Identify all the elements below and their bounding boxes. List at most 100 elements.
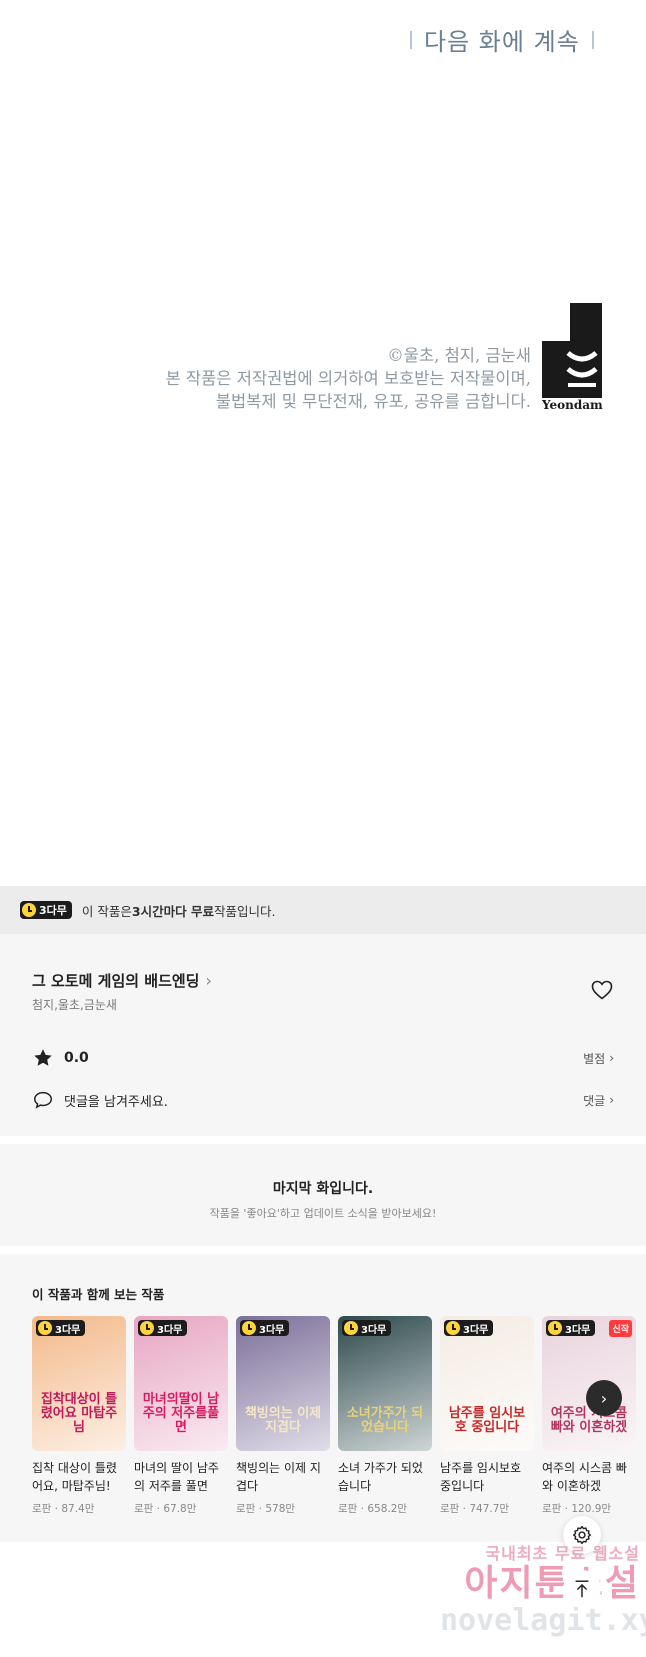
like-heart-icon[interactable] bbox=[590, 978, 614, 1002]
comment-prompt-button[interactable]: 댓글을 남겨주세요. bbox=[32, 1089, 168, 1111]
recommendation-meta: 로판 · 87.4만 bbox=[32, 1503, 95, 1515]
rating-link-label: 별점 bbox=[583, 1051, 606, 1066]
copyright-notice: ©울초, 첨지, 금눈새 본 작품은 저작권법에 의거하여 보호받는 저작물이며… bbox=[166, 344, 531, 413]
recommendation-title[interactable]: 여주의 시스콤 빠와 이혼하겠 bbox=[542, 1459, 636, 1495]
to-be-continued-text: 다음 화에 계속 bbox=[424, 28, 580, 56]
recommendation-cover[interactable]: 3다무 책빙의는 이제 지겹다 bbox=[236, 1316, 330, 1451]
cover-title-art: 마녀의딸이 남주의 저주를풀면 bbox=[142, 1392, 220, 1435]
cover-title-art: 소녀가주가 되었습니다 bbox=[346, 1406, 424, 1435]
recommendation-title[interactable]: 마녀의 딸이 남주의 저주를 풀면 bbox=[134, 1459, 228, 1495]
comment-prompt: 댓글을 남겨주세요. bbox=[64, 1094, 168, 1110]
work-title: 그 오토메 게임의 배드엔딩 bbox=[32, 972, 200, 990]
wait-free-badge: 3다무 bbox=[138, 1320, 188, 1336]
wait-free-badge-label: 3다무 bbox=[259, 1324, 285, 1336]
comment-link[interactable]: 댓글 › bbox=[583, 1092, 614, 1109]
viewer-page: 다음 화에 계속 ©울초, 첨지, 금눈새 본 작품은 저작권법에 의거하여 보… bbox=[0, 0, 646, 1657]
speech-bubble-icon bbox=[34, 1091, 52, 1109]
free-every-3-hours-banner: 3다무 이 작품은 3시간마다 무료 작품입니다. bbox=[0, 886, 646, 934]
wait-free-badge-label: 3다무 bbox=[39, 904, 67, 917]
recommendation-title[interactable]: 책빙의는 이제 지겹다 bbox=[236, 1459, 330, 1495]
banner-text-bold: 3시간마다 무료 bbox=[131, 903, 214, 919]
recommendation-cover[interactable]: 3다무 마녀의딸이 남주의 저주를풀면 bbox=[134, 1316, 228, 1451]
recommendation-title[interactable]: 집착 대상이 틀렸어요, 마탑주님! bbox=[32, 1459, 126, 1495]
scroll-top-button[interactable] bbox=[563, 1570, 601, 1608]
wait-free-badge: 3다무 bbox=[36, 1320, 86, 1336]
watermark-url: novelagit.xyz bbox=[440, 1603, 646, 1638]
recommendation-card[interactable]: 3다무 책빙의는 이제 지겹다 책빙의는 이제 지겹다 로판 · 578만 bbox=[236, 1316, 330, 1516]
banner-text-before: 이 작품은 bbox=[81, 903, 132, 919]
recommendation-card[interactable]: 3다무 마녀의딸이 남주의 저주를풀면 마녀의 딸이 남주의 저주를 풀면 로판… bbox=[134, 1316, 228, 1516]
wait-free-badge: 3다무 bbox=[444, 1320, 494, 1336]
cover-title-art: 책빙의는 이제 지겹다 bbox=[244, 1406, 322, 1435]
rating-link[interactable]: 별점 › bbox=[583, 1050, 614, 1067]
chevron-right-icon: › bbox=[609, 1051, 614, 1065]
to-be-continued: 다음 화에 계속 bbox=[410, 22, 594, 57]
wait-free-badge-label: 3다무 bbox=[55, 1324, 81, 1336]
recommendation-meta: 로판 · 120.9만 bbox=[542, 1503, 612, 1515]
cover-title-art: 남주를 임시보호 중입니다 bbox=[448, 1406, 526, 1435]
clock-icon bbox=[242, 1321, 256, 1335]
star-icon bbox=[34, 1049, 52, 1066]
comment-link-label: 댓글 bbox=[583, 1093, 606, 1108]
wait-free-badge-label: 3다무 bbox=[157, 1324, 183, 1336]
clock-icon bbox=[548, 1321, 562, 1335]
recommendation-cover[interactable]: 3다무 남주를 임시보호 중입니다 bbox=[440, 1316, 534, 1451]
carousel-next-button[interactable]: › bbox=[586, 1380, 622, 1416]
cover-title-art: 여주의 시스콤 빠와 이혼하겠 bbox=[550, 1406, 628, 1435]
recommendation-cover[interactable]: 3다무 소녀가주가 되었습니다 bbox=[338, 1316, 432, 1451]
wait-free-badge-label: 3다무 bbox=[361, 1324, 387, 1336]
recommendations-heading: 이 작품과 함께 보는 작품 bbox=[32, 1287, 165, 1302]
comment-row: 댓글을 남겨주세요. 댓글 › bbox=[32, 1088, 614, 1112]
cover-title-art: 집착대상이 틀렸어요 마탑주님 bbox=[40, 1392, 118, 1435]
logo-wave-icon bbox=[566, 351, 598, 387]
work-info-panel: 그 오토메 게임의 배드엔딩 › 첨지,울초,금눈새 0.0 별점 › 댓글을 … bbox=[0, 934, 646, 1136]
chevron-right-icon: › bbox=[205, 971, 212, 990]
right-bracket-bar bbox=[591, 30, 594, 49]
banner-text-after: 작품입니다. bbox=[213, 903, 276, 919]
logo-text: Yeondam bbox=[542, 398, 603, 412]
wait-free-badge-label: 3다무 bbox=[565, 1324, 591, 1336]
clock-icon bbox=[140, 1321, 154, 1335]
clock-icon bbox=[344, 1321, 358, 1335]
recommendation-meta: 로판 · 67.8만 bbox=[134, 1503, 197, 1515]
wait-free-badge: 3다무 bbox=[20, 901, 72, 919]
copyright-line: 본 작품은 저작권법에 의거하여 보호받는 저작물이며, bbox=[165, 369, 531, 388]
recommendation-cover[interactable]: 3다무 집착대상이 틀렸어요 마탑주님 bbox=[32, 1316, 126, 1451]
work-title-link[interactable]: 그 오토메 게임의 배드엔딩 › bbox=[32, 970, 212, 991]
recommendations-section: 이 작품과 함께 보는 작품 3다무 집착대상이 틀렸어요 마탑주님 집착 대상… bbox=[0, 1254, 646, 1542]
yeondam-logo: Yeondam bbox=[542, 303, 603, 415]
chevron-right-icon: › bbox=[600, 1388, 608, 1408]
recommendation-card[interactable]: 3다무 소녀가주가 되었습니다 소녀 가주가 되었습니다 로판 · 658.2만 bbox=[338, 1316, 432, 1516]
chevron-right-icon: › bbox=[609, 1093, 614, 1107]
last-episode-subtitle: 작품을 '좋아요'하고 업데이트 소식을 받아보세요! bbox=[209, 1207, 437, 1220]
wait-free-badge-label: 3다무 bbox=[463, 1324, 489, 1336]
clock-icon bbox=[22, 903, 36, 917]
recommendation-title[interactable]: 남주를 임시보호 중입니다 bbox=[440, 1459, 534, 1495]
comic-last-panel: 다음 화에 계속 ©울초, 첨지, 금눈새 본 작품은 저작권법에 의거하여 보… bbox=[0, 0, 646, 886]
recommendation-card[interactable]: 3다무 남주를 임시보호 중입니다 남주를 임시보호 중입니다 로판 · 747… bbox=[440, 1316, 534, 1516]
clock-icon bbox=[446, 1321, 460, 1335]
site-watermark: 국내최초 무료 웹소설 아지툰소설 novelagit.xyz bbox=[440, 1540, 646, 1638]
recommendation-meta: 로판 · 578만 bbox=[236, 1503, 296, 1515]
watermark-tagline: 국내최초 무료 웹소설 bbox=[485, 1544, 640, 1563]
recommendation-carousel: 3다무 집착대상이 틀렸어요 마탑주님 집착 대상이 틀렸어요, 마탑주님! 로… bbox=[32, 1316, 636, 1516]
rating-value: 0.0 bbox=[64, 1050, 89, 1066]
last-episode-title: 마지막 화입니다. bbox=[272, 1181, 374, 1197]
work-authors: 첨지,울초,금눈새 bbox=[32, 998, 117, 1012]
arrow-up-icon bbox=[575, 1580, 589, 1598]
recommendation-cover[interactable]: 3다무 신작 여주의 시스콤 빠와 이혼하겠 bbox=[542, 1316, 636, 1451]
left-bracket-bar bbox=[410, 30, 412, 49]
logo-notch bbox=[542, 303, 570, 341]
recommendation-card[interactable]: 3다무 신작 여주의 시스콤 빠와 이혼하겠 여주의 시스콤 빠와 이혼하겠 로… bbox=[542, 1316, 636, 1516]
recommendation-card[interactable]: 3다무 집착대상이 틀렸어요 마탑주님 집착 대상이 틀렸어요, 마탑주님! 로… bbox=[32, 1316, 126, 1516]
clock-icon bbox=[38, 1321, 52, 1335]
watermark-brand: 아지툰소설 bbox=[464, 1563, 640, 1604]
copyright-line: ©울초, 첨지, 금눈새 bbox=[387, 346, 531, 365]
copyright-line: 불법복제 및 무단전재, 유포, 공유를 금합니다. bbox=[215, 392, 531, 411]
wait-free-badge: 3다무 bbox=[546, 1320, 596, 1336]
recommendation-title[interactable]: 소녀 가주가 되었습니다 bbox=[338, 1459, 432, 1495]
new-badge: 신작 bbox=[609, 1320, 632, 1337]
wait-free-badge: 3다무 bbox=[240, 1320, 290, 1336]
recommendation-meta: 로판 · 658.2만 bbox=[338, 1503, 408, 1515]
rating-row: 0.0 별점 › bbox=[32, 1046, 614, 1070]
